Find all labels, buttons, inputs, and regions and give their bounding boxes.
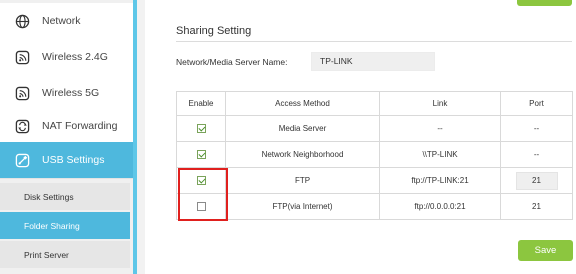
sidebar-subitem-disk-settings[interactable]: Disk Settings — [0, 183, 130, 210]
table-row: FTP(via Internet) ftp://0.0.0.0:21 21 — [176, 193, 573, 220]
server-name-input[interactable]: TP-LINK — [311, 52, 435, 71]
save-button[interactable]: Save — [518, 240, 573, 261]
wireless-icon — [14, 49, 30, 65]
sidebar-item-label: Network — [42, 15, 81, 27]
method-cell: Network Neighborhood — [225, 141, 380, 168]
sidebar-item-nat-forwarding[interactable]: NAT Forwarding — [0, 108, 133, 145]
sidebar: Network Wireless 2.4G Wireless 5G NAT Fo… — [0, 0, 137, 274]
column-header-access-method: Access Method — [225, 91, 380, 116]
sidebar-item-label: Wireless 5G — [42, 87, 100, 99]
link-cell: -- — [379, 115, 501, 142]
top-action-button[interactable] — [517, 0, 572, 6]
sidebar-item-wireless-5g[interactable]: Wireless 5G — [0, 75, 133, 112]
table-header-row: Enable Access Method Link Port — [176, 91, 573, 116]
section-title: Sharing Setting — [176, 25, 252, 37]
globe-icon — [14, 13, 30, 29]
port-cell: -- — [500, 115, 573, 142]
table-row: FTP ftp://TP-LINK:21 21 — [176, 167, 573, 194]
link-cell: ftp://TP-LINK:21 — [379, 167, 501, 194]
method-cell: FTP(via Internet) — [225, 193, 380, 220]
highlight-box — [178, 168, 228, 221]
port-cell: 21 — [500, 193, 573, 220]
column-header-port: Port — [500, 91, 573, 116]
sidebar-item-wireless-24g[interactable]: Wireless 2.4G — [0, 39, 133, 76]
section-divider — [176, 41, 572, 42]
nat-icon — [14, 118, 30, 134]
method-cell: Media Server — [225, 115, 380, 142]
server-name-label: Network/Media Server Name: — [176, 57, 288, 67]
sidebar-subitem-print-server[interactable]: Print Server — [0, 241, 130, 268]
table-row: Network Neighborhood \\TP-LINK -- — [176, 141, 573, 168]
enable-checkbox[interactable] — [196, 124, 206, 134]
port-input[interactable]: 21 — [515, 171, 558, 190]
wireless-icon — [14, 85, 30, 101]
column-header-enable: Enable — [176, 91, 226, 116]
sidebar-item-network[interactable]: Network — [0, 3, 133, 40]
link-cell: \\TP-LINK — [379, 141, 501, 168]
method-cell: FTP — [225, 167, 380, 194]
usb-icon — [14, 152, 30, 168]
sidebar-subitem-folder-sharing[interactable]: Folder Sharing — [0, 212, 130, 239]
sidebar-item-label: Wireless 2.4G — [42, 51, 108, 63]
column-header-link: Link — [379, 91, 501, 116]
table-row: Media Server -- -- — [176, 115, 573, 142]
sidebar-accent-strip — [133, 0, 137, 274]
enable-cell — [176, 115, 226, 142]
sidebar-item-label: USB Settings — [42, 154, 105, 166]
enable-cell — [176, 141, 226, 168]
link-cell: ftp://0.0.0.0:21 — [379, 193, 501, 220]
enable-checkbox[interactable] — [196, 150, 206, 160]
sharing-table: Enable Access Method Link Port Media Ser… — [176, 91, 573, 220]
sidebar-item-label: NAT Forwarding — [42, 120, 118, 132]
port-cell: -- — [500, 141, 573, 168]
port-cell: 21 — [500, 167, 573, 194]
sidebar-item-usb-settings[interactable]: USB Settings — [0, 142, 133, 179]
